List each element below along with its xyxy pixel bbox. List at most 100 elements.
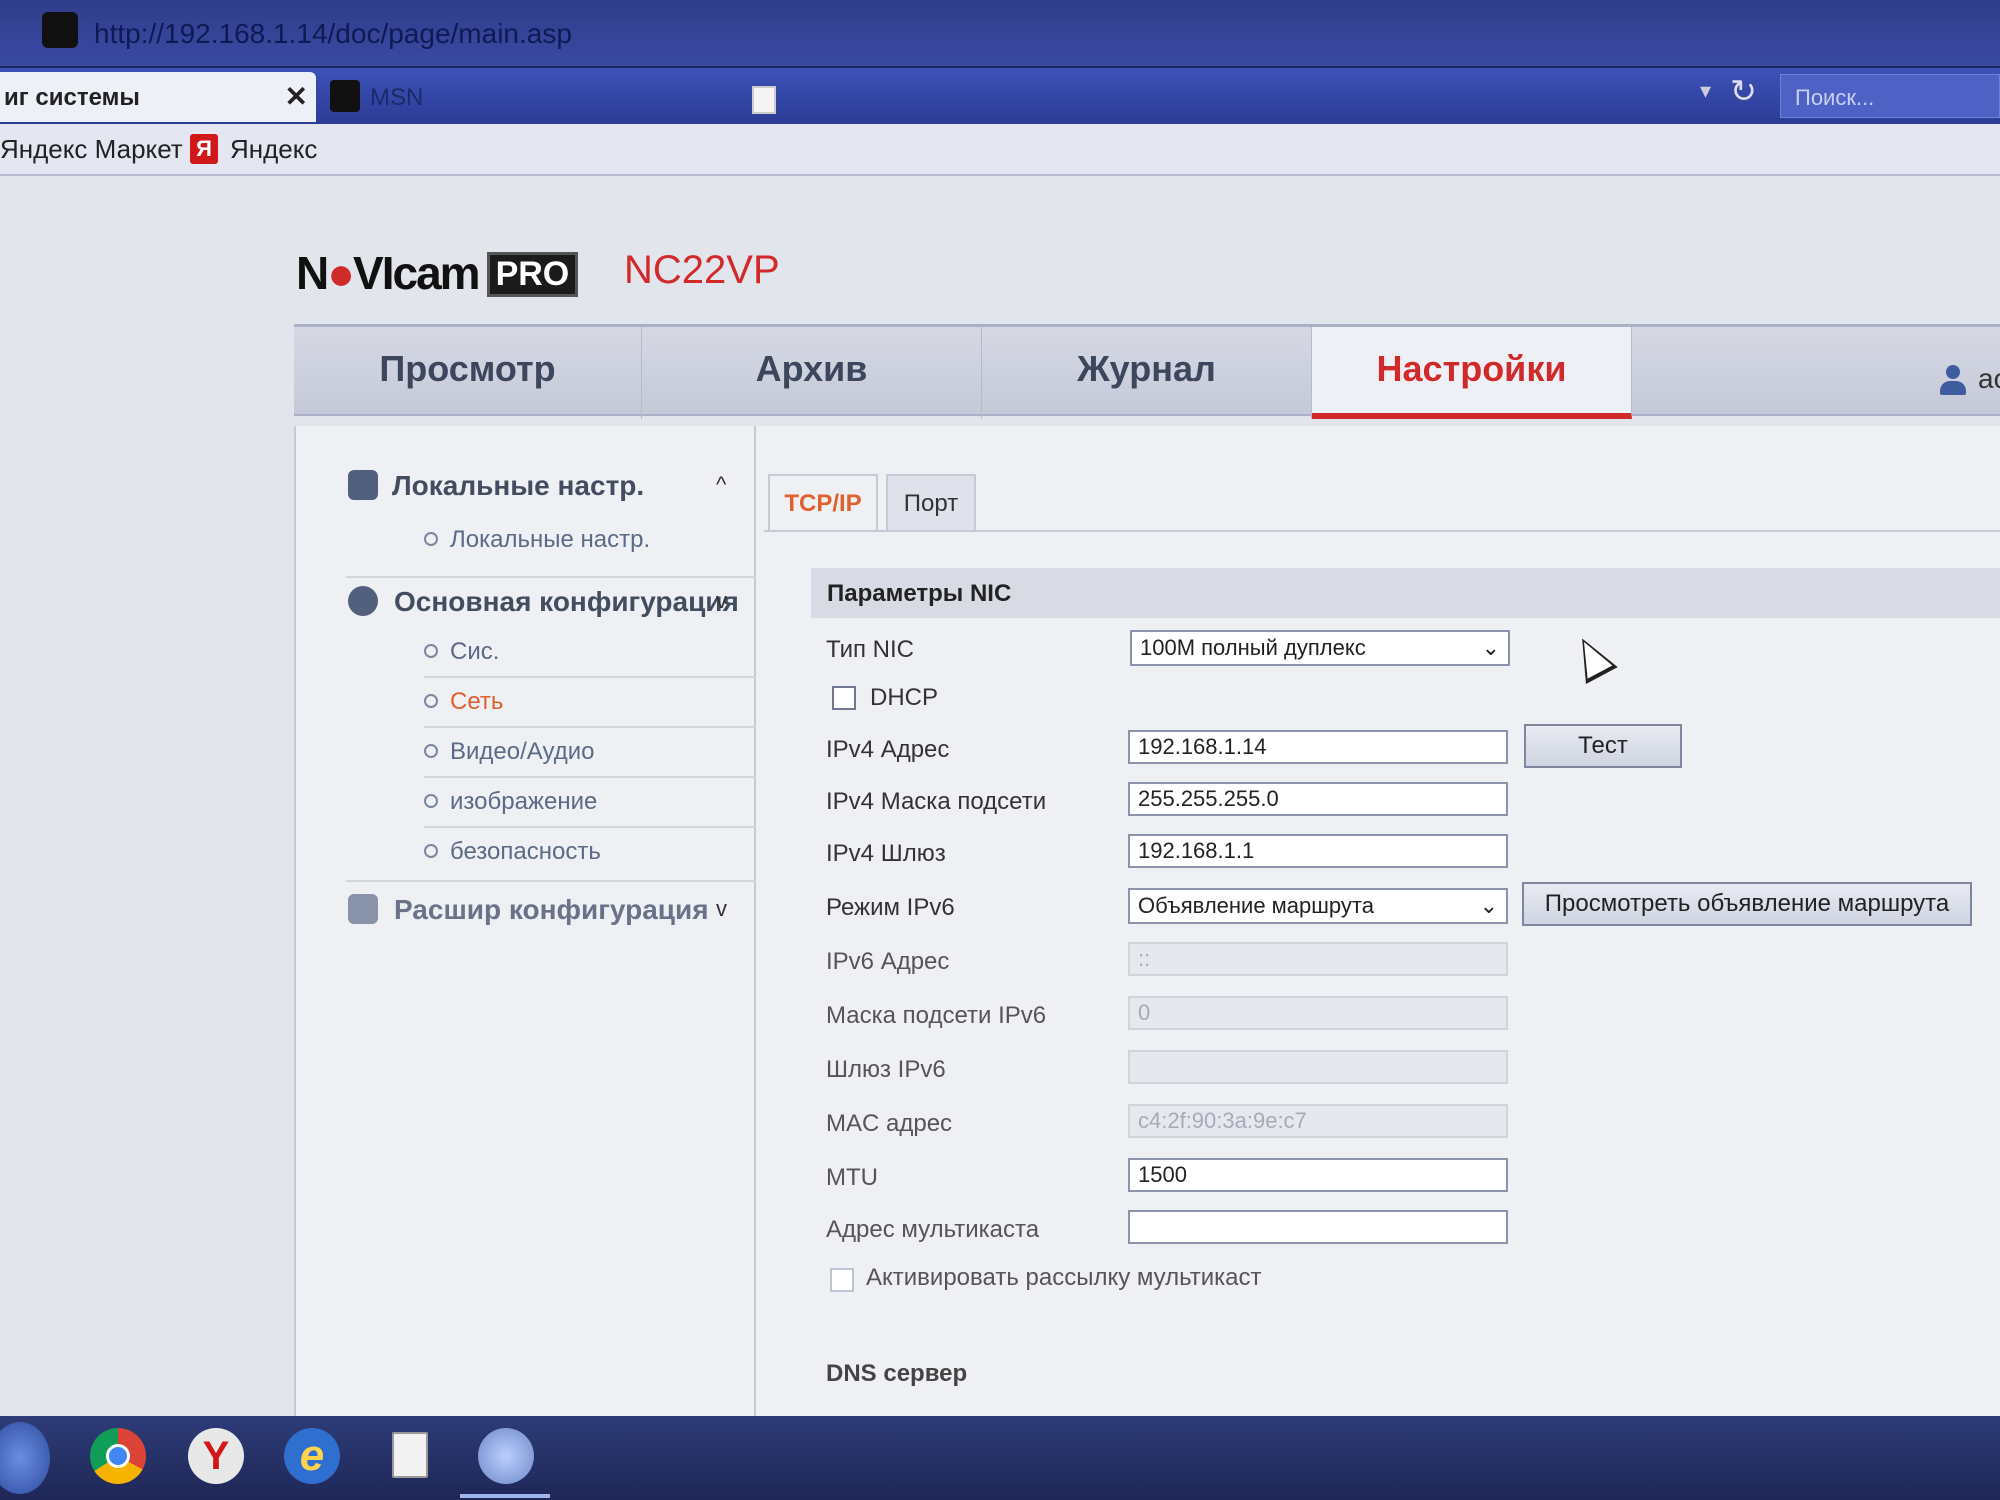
chevron-up-icon[interactable]: ^ (716, 472, 726, 498)
multicast-enable-checkbox[interactable] (830, 1268, 854, 1292)
address-bar[interactable]: http://192.168.1.14/doc/page/main.asp (0, 0, 2000, 68)
ipv6-gateway-input (1128, 1050, 1508, 1084)
taskbar: Y e (0, 1416, 2000, 1500)
browser-tab-msn[interactable]: MSN (330, 76, 730, 120)
sidebar-item-image[interactable]: изображение (424, 788, 597, 816)
browser-search-box[interactable]: Поиск... (1780, 74, 2000, 118)
brand-logo: N●VIcam PRO (296, 246, 579, 299)
ipv6-mask-label: Маска подсети IPv6 (826, 1002, 1047, 1029)
yandex-browser-icon[interactable]: Y (188, 1428, 244, 1484)
nic-section-title: Параметры NIC (827, 580, 1012, 607)
bullet-icon (424, 532, 438, 546)
tab-settings[interactable]: Настройки (1312, 327, 1632, 419)
main-nav: Просмотр Архив Журнал Настройки ac (294, 324, 2000, 419)
web-page: N●VIcam PRO NC22VP Просмотр Архив Журнал … (0, 176, 2000, 1416)
monitor-icon (348, 470, 378, 500)
reload-icon[interactable]: ↻ (1730, 72, 1757, 110)
ipv6-address-input: :: (1128, 942, 1508, 976)
divider (424, 676, 756, 678)
chevron-down-icon: ⌄ (1479, 893, 1498, 918)
brand-pro-badge: PRO (486, 252, 579, 297)
divider (424, 726, 756, 728)
bullet-icon (424, 794, 438, 808)
ipv4-gateway-input[interactable]: 192.168.1.1 (1128, 834, 1508, 868)
address-url[interactable]: http://192.168.1.14/doc/page/main.asp (94, 18, 572, 50)
ipv6-gateway-label: Шлюз IPv6 (826, 1056, 946, 1083)
ipv6-mode-value: Объявление маршрута (1138, 893, 1374, 918)
sidebar-section-local[interactable]: Локальные настр. (392, 470, 644, 502)
subtab-port[interactable]: Порт (886, 474, 976, 530)
divider (424, 826, 756, 828)
nic-type-label: Тип NIC (826, 636, 915, 663)
internet-explorer-icon[interactable]: e (284, 1428, 340, 1484)
tab-view[interactable]: Просмотр (294, 327, 642, 419)
view-route-advert-button[interactable]: Просмотреть объявление маршрута (1522, 882, 1972, 926)
sidebar-item-video-audio[interactable]: Видео/Аудио (424, 738, 594, 766)
new-tab-icon[interactable] (752, 86, 776, 114)
sidebar-item-local-settings[interactable]: Локальные настр. (424, 526, 650, 554)
browser-tab-active[interactable]: иг системы ✕ (0, 72, 316, 122)
dns-section-title: DNS сервер (826, 1360, 968, 1387)
sidebar-section-advanced[interactable]: Расшир конфигурация (394, 894, 709, 926)
bullet-icon (424, 694, 438, 708)
multicast-address-label: Адрес мультикаста (826, 1216, 1040, 1243)
favorite-yandex[interactable]: Яндекс (230, 134, 317, 165)
address-dropdown-icon[interactable]: ▾ (1700, 78, 1711, 104)
user-icon[interactable] (1938, 365, 1968, 397)
user-name[interactable]: ac (1978, 363, 2000, 395)
site-favicon-icon (42, 12, 78, 48)
bullet-icon (424, 844, 438, 858)
ipv4-address-label: IPv4 Адрес (826, 736, 950, 763)
mtu-label: MTU (826, 1164, 878, 1191)
sidebar-section-basic[interactable]: Основная конфигурация (394, 586, 739, 618)
multicast-address-input[interactable] (1128, 1210, 1508, 1244)
divider (424, 776, 756, 778)
yandex-icon: Я (190, 134, 218, 164)
ipv4-mask-input[interactable]: 255.255.255.0 (1128, 782, 1508, 816)
ipv6-mode-label: Режим IPv6 (826, 894, 955, 921)
ipv6-mode-select[interactable]: Объявление маршрута ⌄ (1128, 888, 1508, 924)
device-model: NC22VP (624, 248, 780, 292)
close-tab-icon[interactable]: ✕ (285, 80, 308, 113)
dhcp-checkbox[interactable] (832, 686, 856, 710)
settings-content: Локальные настр. ^ Локальные настр. Осно… (294, 426, 2000, 1416)
chevron-down-icon: ⌄ (1481, 635, 1500, 660)
mtu-input[interactable]: 1500 (1128, 1158, 1508, 1192)
dhcp-label: DHCP (870, 684, 939, 711)
chrome-icon[interactable] (90, 1428, 146, 1484)
nic-type-value: 100M полный дуплекс (1140, 635, 1366, 660)
subtab-tcpip[interactable]: TCP/IP (768, 474, 878, 530)
tab-archive[interactable]: Архив (642, 327, 982, 419)
browser-tab-strip: иг системы ✕ MSN ▾ ↻ Поиск... (0, 68, 2000, 124)
ipv6-mask-input: 0 (1128, 996, 1508, 1030)
search-placeholder: Поиск... (1795, 85, 1875, 110)
browser-tab-msn-label: MSN (370, 84, 424, 111)
wrench-icon (348, 894, 378, 924)
ipv4-address-input[interactable]: 192.168.1.14 (1128, 730, 1508, 764)
sidebar-item-security[interactable]: безопасность (424, 838, 601, 866)
test-button[interactable]: Тест (1524, 724, 1682, 768)
ipv4-gateway-label: IPv4 Шлюз (826, 840, 946, 867)
sidebar-item-system[interactable]: Сис. (424, 638, 499, 666)
chevron-down-icon[interactable]: v (716, 588, 727, 614)
start-button-icon[interactable] (0, 1422, 50, 1494)
nic-type-select[interactable]: 100M полный дуплекс ⌄ (1130, 630, 1510, 666)
favorite-yandex-market[interactable]: Яндекс Маркет (0, 134, 183, 165)
multicast-enable-label: Активировать рассылку мультикаст (866, 1264, 1262, 1291)
nic-section-header: Параметры NIC (811, 568, 2000, 618)
settings-sidebar: Локальные настр. ^ Локальные настр. Осно… (296, 426, 756, 1416)
gear-icon (348, 586, 378, 616)
bullet-icon (424, 644, 438, 658)
divider (346, 880, 756, 882)
brand-wordmark: N●VIcam (296, 247, 481, 299)
notepad-icon[interactable] (392, 1432, 428, 1478)
msn-icon (330, 80, 360, 112)
browser-tab-label: иг системы (4, 84, 140, 111)
sidebar-item-network[interactable]: Сеть (424, 688, 503, 716)
favorites-bar: Яндекс Маркет Я Яндекс (0, 124, 2000, 176)
mac-address-input: c4:2f:90:3a:9e:c7 (1128, 1104, 1508, 1138)
tab-log[interactable]: Журнал (982, 327, 1312, 419)
network-app-icon[interactable] (478, 1428, 534, 1484)
ipv4-mask-label: IPv4 Маска подсети (826, 788, 1047, 815)
chevron-down-icon[interactable]: v (716, 896, 727, 922)
